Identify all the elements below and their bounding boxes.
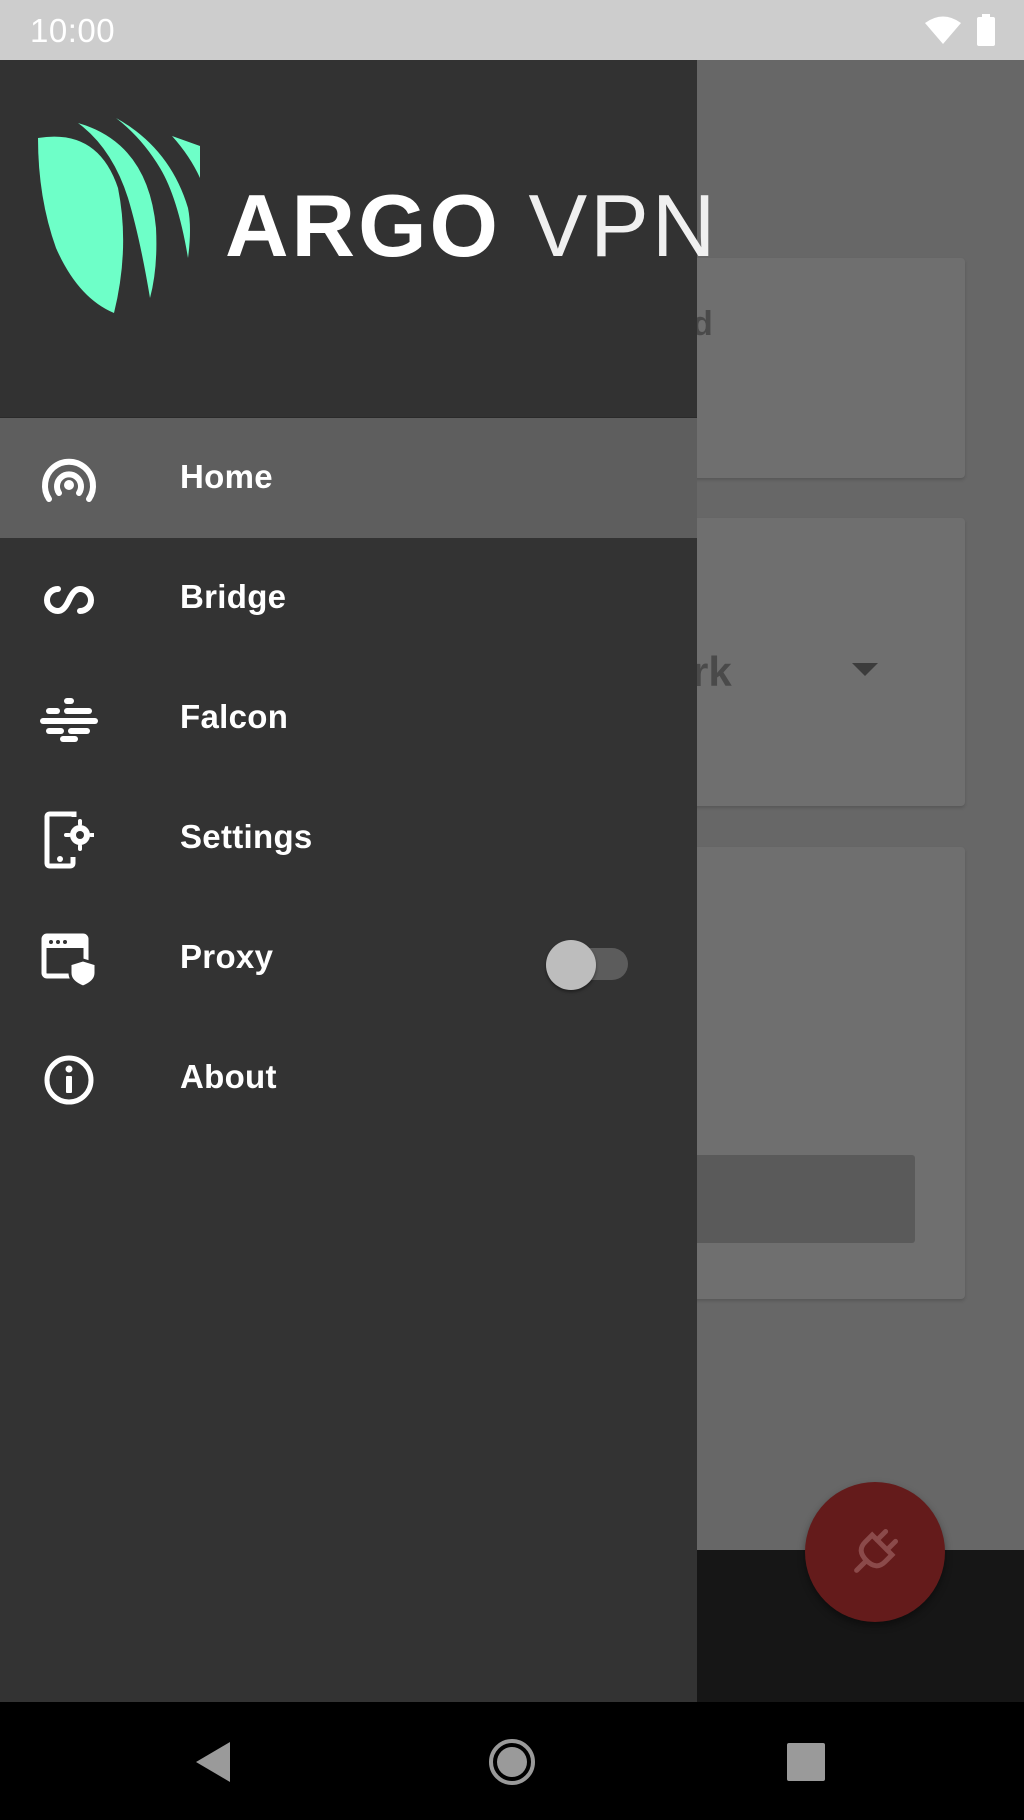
status-time: 10:00 — [30, 12, 116, 49]
background-dropdown-text: rk — [692, 648, 732, 695]
connect-fab[interactable] — [805, 1482, 945, 1622]
proxy-toggle[interactable] — [546, 940, 630, 990]
recents-button[interactable] — [776, 1732, 836, 1792]
battery-icon — [977, 14, 995, 46]
menu-label-home: Home — [180, 458, 273, 495]
background-card — [660, 258, 965, 478]
home-icon — [489, 1739, 535, 1785]
menu-item-about[interactable]: About — [0, 1018, 697, 1138]
drawer-header: ARGO VPN — [0, 60, 715, 418]
back-button[interactable] — [184, 1732, 244, 1792]
proxy-toggle-thumb — [546, 940, 596, 990]
menu-item-falcon[interactable]: Falcon — [0, 658, 697, 778]
menu-label-settings: Settings — [180, 818, 313, 855]
menu-label-bridge: Bridge — [180, 578, 287, 615]
status-bar: 10:00 — [0, 0, 1024, 60]
brand-suffix: VPN — [528, 176, 719, 275]
recents-icon — [787, 1743, 825, 1781]
background-button — [660, 1155, 915, 1243]
menu-item-bridge[interactable]: Bridge — [0, 538, 697, 658]
home-signal-icon — [40, 451, 98, 509]
status-icons — [924, 14, 996, 46]
info-icon — [40, 1051, 98, 1109]
falcon-icon — [40, 691, 98, 749]
system-nav-bar — [0, 1702, 1024, 1820]
menu-item-home[interactable]: Home — [0, 418, 697, 538]
menu-item-settings[interactable]: Settings — [0, 778, 697, 898]
infinity-link-icon — [40, 571, 98, 629]
navigation-drawer: ARGO VPN Home Bridge Falcon Settings Pro… — [0, 60, 715, 1702]
back-icon — [196, 1742, 230, 1782]
dropdown-arrow-icon — [852, 663, 878, 676]
menu-label-proxy: Proxy — [180, 938, 274, 975]
brand-name: ARGO — [225, 176, 501, 275]
wifi-icon — [925, 16, 961, 44]
home-button[interactable] — [482, 1732, 542, 1792]
menu-item-proxy[interactable]: Proxy — [0, 898, 697, 1018]
drawer-menu: Home Bridge Falcon Settings Proxy About — [0, 418, 697, 1138]
browser-shield-icon — [40, 931, 98, 989]
brand-wordmark: ARGO VPN — [225, 175, 718, 277]
menu-label-falcon: Falcon — [180, 698, 289, 735]
menu-label-about: About — [180, 1058, 277, 1095]
phone-settings-icon — [40, 811, 98, 869]
argo-logo-icon — [38, 118, 200, 313]
plug-icon — [854, 1528, 899, 1573]
